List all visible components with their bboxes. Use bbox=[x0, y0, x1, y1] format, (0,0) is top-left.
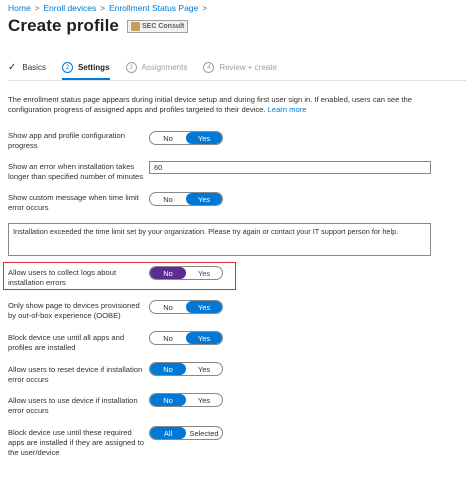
show-progress-label: Show app and profile configuration progr… bbox=[8, 131, 125, 150]
breadcrumb-enroll-devices[interactable]: Enroll devices bbox=[43, 3, 96, 13]
toggle-yes[interactable]: Yes bbox=[186, 301, 222, 313]
toggle-no[interactable]: No bbox=[150, 132, 186, 144]
step-basics[interactable]: ✓ Basics bbox=[8, 62, 46, 73]
step-label: Review + create bbox=[219, 63, 277, 72]
allow-use-toggle[interactable]: No Yes bbox=[149, 393, 223, 407]
breadcrumb: Home > Enroll devices > Enrollment Status Pa… bbox=[8, 3, 211, 13]
block-required-apps-toggle[interactable]: All Selected bbox=[149, 426, 223, 440]
wizard-steps: ✓ Basics 2 Settings 3 Assignments 4 Revi… bbox=[8, 62, 293, 80]
chevron-right-icon: > bbox=[202, 4, 207, 13]
chevron-right-icon: > bbox=[100, 4, 105, 13]
description: The enrollment status page appears durin… bbox=[8, 95, 438, 115]
toggle-no[interactable]: No bbox=[150, 267, 186, 279]
badge-text: SEC Consult bbox=[142, 22, 185, 30]
custom-message-label: Show custom message when time limit erro… bbox=[8, 193, 139, 212]
toggle-yes[interactable]: Yes bbox=[186, 363, 222, 375]
toggle-yes[interactable]: Yes bbox=[186, 394, 222, 406]
toggle-no[interactable]: No bbox=[150, 301, 186, 313]
toggle-all[interactable]: All bbox=[150, 427, 186, 439]
show-progress-toggle[interactable]: No Yes bbox=[149, 131, 223, 145]
block-until-installed-label: Block device use until all apps and prof… bbox=[8, 333, 125, 352]
collect-logs-label: Allow users to collect logs about instal… bbox=[8, 268, 117, 287]
description-text: The enrollment status page appears durin… bbox=[8, 95, 412, 114]
step-number: 3 bbox=[125, 62, 137, 73]
toggle-selected[interactable]: Selected bbox=[186, 427, 222, 439]
breadcrumb-home[interactable]: Home bbox=[8, 3, 31, 13]
chevron-right-icon: > bbox=[34, 4, 40, 13]
block-until-installed-toggle[interactable]: No Yes bbox=[149, 331, 223, 345]
toggle-yes[interactable]: Yes bbox=[186, 132, 222, 144]
step-assignments[interactable]: 3 Assignments bbox=[125, 62, 188, 73]
toggle-no[interactable]: No bbox=[150, 332, 186, 344]
breadcrumb-enrollment-status-page[interactable]: Enrollment Status Page bbox=[109, 3, 198, 13]
allow-use-label: Allow users to use device if installatio… bbox=[8, 396, 138, 415]
block-required-apps-label: Block device use until these required ap… bbox=[8, 428, 144, 457]
step-number: 2 bbox=[61, 62, 73, 73]
toggle-no[interactable]: No bbox=[150, 193, 186, 205]
oobe-only-label: Only show page to devices provisioned by… bbox=[8, 301, 140, 320]
checkmark-icon: ✓ bbox=[8, 62, 17, 73]
sec-consult-logo-icon bbox=[131, 21, 140, 31]
learn-more-link[interactable]: Learn more bbox=[268, 105, 307, 114]
error-timeout-label: Show an error when installation takes lo… bbox=[8, 162, 144, 181]
org-badge: SEC Consult bbox=[127, 19, 189, 33]
allow-reset-label: Allow users to reset device if installat… bbox=[8, 365, 143, 384]
toggle-yes[interactable]: Yes bbox=[186, 193, 222, 205]
step-label: Basics bbox=[22, 63, 46, 72]
step-number: 4 bbox=[203, 62, 215, 73]
error-timeout-input[interactable]: 60 bbox=[149, 161, 431, 174]
step-settings[interactable]: 2 Settings bbox=[61, 62, 110, 80]
collect-logs-toggle[interactable]: No Yes bbox=[149, 266, 223, 280]
toggle-yes[interactable]: Yes bbox=[186, 332, 222, 344]
toggle-no[interactable]: No bbox=[150, 363, 186, 375]
step-label: Assignments bbox=[141, 63, 188, 72]
title-row: Create profile SEC Consult bbox=[8, 16, 189, 36]
page-title: Create profile bbox=[8, 16, 119, 35]
step-review-create[interactable]: 4 Review + create bbox=[203, 62, 277, 73]
toggle-yes[interactable]: Yes bbox=[186, 267, 222, 279]
step-label: Settings bbox=[77, 63, 110, 72]
allow-reset-toggle[interactable]: No Yes bbox=[149, 362, 223, 376]
toggle-no[interactable]: No bbox=[150, 394, 186, 406]
oobe-only-toggle[interactable]: No Yes bbox=[149, 300, 223, 314]
divider bbox=[8, 80, 466, 81]
custom-message-toggle[interactable]: No Yes bbox=[149, 192, 223, 206]
custom-message-textarea[interactable]: Installation exceeded the time limit set… bbox=[8, 223, 431, 256]
